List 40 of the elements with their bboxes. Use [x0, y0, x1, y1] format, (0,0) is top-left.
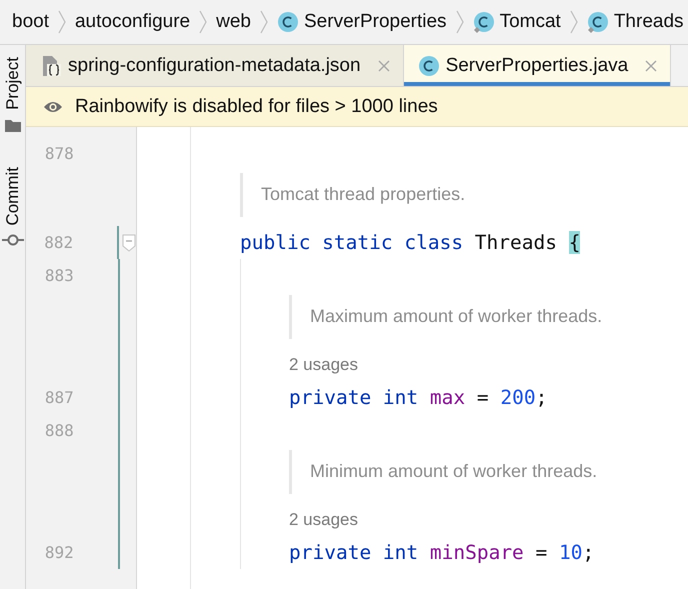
- editor-tab[interactable]: ServerProperties.java: [404, 45, 672, 86]
- breadcrumb-item[interactable]: ServerProperties: [277, 11, 447, 33]
- fold-icon[interactable]: [122, 234, 136, 252]
- doc-comment: Tomcat thread properties.: [240, 173, 466, 217]
- chevron-icon: [198, 9, 208, 35]
- code-line: private int max = 200;: [289, 386, 548, 409]
- close-icon: [644, 58, 658, 72]
- folder-icon: [4, 118, 22, 133]
- breadcrumb-item[interactable]: autoconfigure: [74, 11, 190, 33]
- chevron-icon: [259, 9, 269, 35]
- class-icon: [586, 11, 609, 33]
- usages-hint[interactable]: 2 usages: [289, 510, 358, 530]
- tool-window-tab[interactable]: Project: [2, 57, 22, 110]
- class-icon: [472, 11, 495, 33]
- json-file-icon: [40, 54, 62, 76]
- chevron-icon: [454, 9, 465, 35]
- class-icon: [277, 11, 299, 33]
- close-icon: [376, 58, 391, 72]
- code-line: public static class Threads {: [240, 231, 580, 254]
- eye-icon: [43, 100, 63, 114]
- usages-hint[interactable]: 2 usages: [289, 354, 358, 374]
- breadcrumb-item[interactable]: Tomcat: [472, 11, 561, 33]
- line-number: 878: [44, 144, 74, 163]
- line-number: 887: [44, 388, 74, 407]
- chevron-icon: [56, 9, 67, 35]
- tool-window-tab[interactable]: Commit: [2, 166, 22, 226]
- breadcrumb-item[interactable]: web: [216, 11, 251, 33]
- doc-comment: Maximum amount of worker threads.: [289, 295, 602, 339]
- notification-text: Rainbowify is disabled for files > 1000 lines: [75, 96, 438, 118]
- line-number: 892: [44, 543, 74, 562]
- editor-tab[interactable]: spring-configuration-metadata.json: [26, 45, 404, 86]
- line-number: 888: [44, 421, 74, 440]
- code-line: private int minSpare = 10;: [289, 541, 594, 564]
- doc-comment: Minimum amount of worker threads.: [289, 450, 598, 494]
- class-icon: [418, 54, 440, 76]
- breadcrumb-item[interactable]: Threads: [586, 11, 684, 33]
- chevron-icon: [568, 9, 579, 35]
- line-number: 883: [44, 266, 74, 285]
- line-number: 882: [43, 233, 74, 252]
- breadcrumb-item[interactable]: boot: [12, 11, 49, 33]
